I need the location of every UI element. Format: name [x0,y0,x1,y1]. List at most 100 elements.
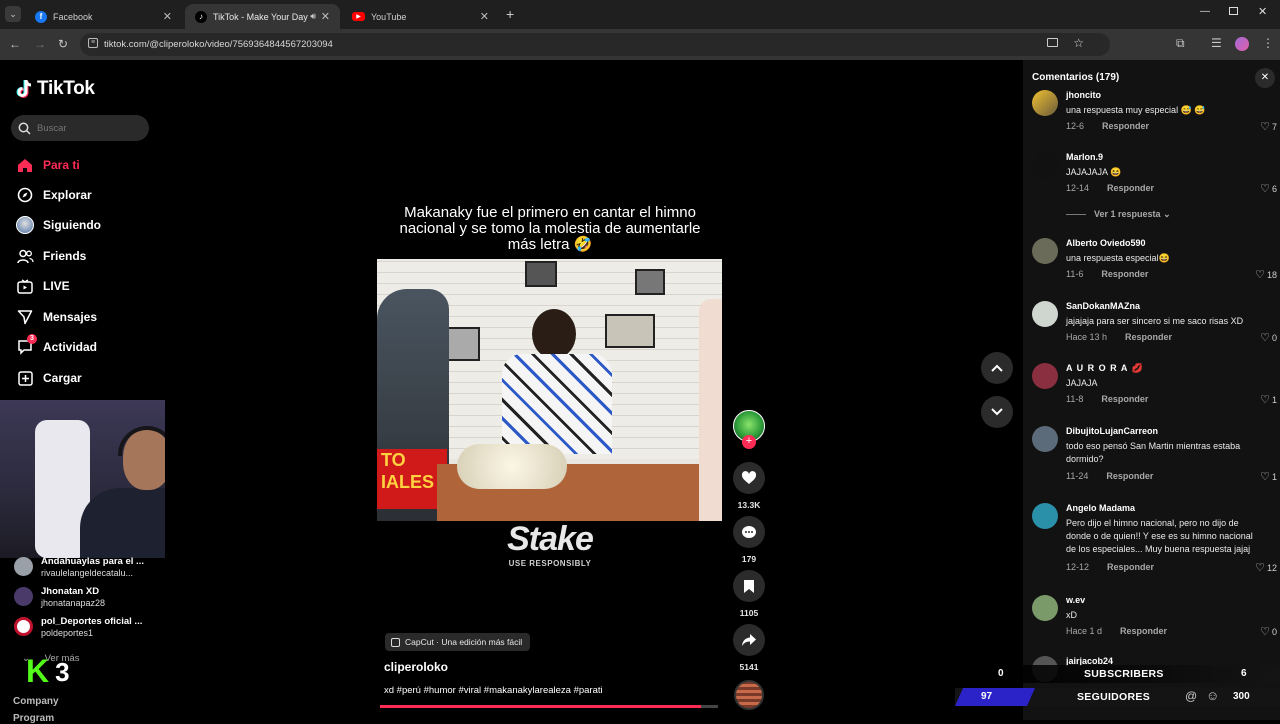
comment-avatar[interactable] [1032,503,1058,529]
follow-plus-icon[interactable]: + [742,435,756,449]
video-author[interactable]: cliperoloko [384,660,448,674]
video-progress-track[interactable] [380,705,718,708]
view-replies-button[interactable]: Ver 1 respuesta ⌄ [1066,209,1171,220]
comment-avatar[interactable] [1032,238,1058,264]
menu-icon[interactable]: ⋮ [1262,36,1274,50]
reply-button[interactable]: Responder [1120,626,1167,636]
nav-item-siguiendo[interactable]: Siguiendo [16,216,101,234]
comment-avatar[interactable] [1032,90,1058,116]
close-comments-button[interactable]: ✕ [1255,68,1275,88]
video-frame[interactable]: TO IALES [377,259,722,521]
profile-avatar[interactable] [1235,37,1249,51]
comment-user[interactable]: SanDokanMAZna [1066,301,1140,311]
compass-icon [16,186,34,204]
comment-like-button[interactable]: ♡ 12 [1255,561,1277,574]
install-app-icon[interactable] [1047,38,1058,47]
close-tab-icon[interactable]: ✕ [480,10,489,23]
comment-like-count: 12 [1266,562,1277,573]
speaker-icon[interactable]: 🔊︎ [310,11,316,22]
address-bar[interactable]: ≡ tiktok.com/@cliperoloko/video/75693648… [80,33,1110,56]
comment-user[interactable]: Angelo Madama [1066,503,1135,513]
comment-avatar[interactable] [1032,595,1058,621]
nav-item-para-ti[interactable]: Para ti [16,156,80,174]
account-name: Jhonatan XD [41,586,100,597]
comment-avatar[interactable] [1032,152,1058,178]
facebook-icon: f [35,10,47,23]
reply-button[interactable]: Responder [1107,562,1154,572]
watermark-text: Stake [507,520,594,558]
account-avatar [14,617,33,636]
reply-button[interactable]: Responder [1106,471,1153,481]
comment-like-button[interactable]: ♡ 6 [1260,182,1277,195]
nav-item-mensajes[interactable]: Mensajes [16,308,97,326]
comment-date: 11-6 [1066,269,1084,279]
comment-like-button[interactable]: ♡ 7 [1260,120,1277,133]
back-icon[interactable]: ← [9,37,21,51]
comment-like-count: 1 [1271,471,1277,482]
comment-user[interactable]: Alberto Oviedo590 [1066,238,1146,248]
capcut-badge[interactable]: CapCut · Una edición más fácil [385,633,531,651]
stream-logo: K 3 [26,655,70,687]
tab-youtube[interactable]: ▶ YouTube ✕ [342,4,499,29]
video-pillow [457,444,567,489]
reply-button[interactable]: Responder [1125,332,1172,342]
comment-avatar[interactable] [1032,301,1058,327]
reply-button[interactable]: Responder [1102,121,1149,131]
comment-user[interactable]: w.ev [1066,595,1085,605]
comment-user[interactable]: A U R O R A 💋 [1066,363,1144,374]
comment-like-button[interactable]: ♡ 0 [1260,625,1277,638]
search-input[interactable] [37,122,137,134]
like-button[interactable] [733,462,765,494]
close-tab-icon[interactable]: ✕ [321,10,330,23]
comment-user[interactable]: Marlon.9 [1066,152,1103,162]
bookmark-star-icon[interactable]: ☆ [1073,36,1084,50]
friends-icon [16,247,34,265]
reply-button[interactable]: Responder [1101,269,1148,279]
footer-company-link[interactable]: Company [13,696,59,707]
reload-icon[interactable]: ↻ [58,37,68,51]
video-right-person [699,299,722,521]
video-wall-frame [605,314,655,348]
nav-item-cargar[interactable]: Cargar [16,369,82,387]
footer-program-link[interactable]: Program [13,713,54,724]
tab-search-button[interactable]: ⌄ [5,6,21,22]
comment-like-button[interactable]: ♡ 1 [1260,470,1277,483]
tab-facebook[interactable]: f Facebook ✕ [25,4,182,29]
restore-window-icon[interactable] [1229,7,1238,15]
comment-like-button[interactable]: ♡ 18 [1255,268,1277,281]
comment-avatar[interactable] [1032,426,1058,452]
reply-button[interactable]: Responder [1101,394,1148,404]
new-tab-button[interactable]: + [506,6,514,22]
heart-outline-icon: ♡ [1260,332,1270,344]
reply-button[interactable]: Responder [1107,183,1154,193]
tiktok-logo[interactable]: TikTok [15,78,95,100]
forward-icon[interactable]: → [34,37,46,51]
search-box[interactable] [11,115,149,141]
previous-video-button[interactable] [981,352,1013,384]
share-button[interactable] [733,624,765,656]
comment-like-button[interactable]: ♡ 0 [1260,331,1277,344]
media-control-icon[interactable]: ☰ [1211,36,1222,50]
nav-item-friends[interactable]: Friends [16,247,86,265]
comments-title: Comentarios (179) [1032,72,1120,83]
nav-label: Para ti [43,158,80,172]
comment-button[interactable] [733,516,765,548]
close-window-icon[interactable]: ✕ [1258,5,1267,18]
nav-item-actividad[interactable]: 3 Actividad [16,334,97,356]
view-replies-label: Ver 1 respuesta [1094,209,1161,219]
close-tab-icon[interactable]: ✕ [163,10,172,23]
minimize-window-icon[interactable]: — [1200,6,1210,17]
comment-like-button[interactable]: ♡ 1 [1260,393,1277,406]
next-video-button[interactable] [981,396,1013,428]
comment-user[interactable]: DibujitoLujanCarreon [1066,426,1158,436]
tab-tiktok[interactable]: ♪ TikTok - Make Your Day 🔊︎ ✕ [185,4,340,29]
nav-item-explorar[interactable]: Explorar [16,186,92,204]
sound-disc-icon[interactable] [734,680,764,710]
site-info-icon[interactable]: ≡ [88,38,98,48]
video-description[interactable]: xd #perú #humor #viral #makanakylarealez… [384,685,603,696]
comment-avatar[interactable] [1032,363,1058,389]
comment-user[interactable]: jhoncito [1066,90,1101,100]
save-button[interactable] [733,570,765,602]
extensions-icon[interactable]: ⧉ [1176,36,1185,51]
nav-item-live[interactable]: LIVE [16,277,70,295]
